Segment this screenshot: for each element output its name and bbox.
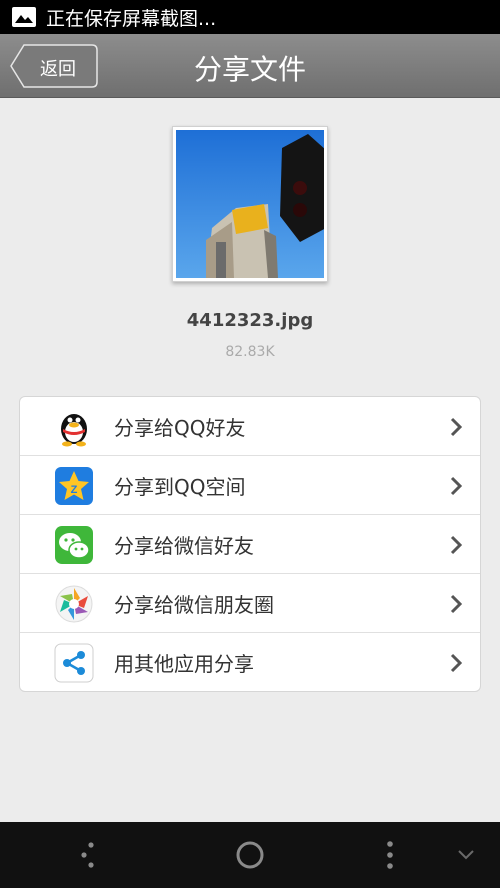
home-icon xyxy=(236,841,264,869)
menu-button[interactable] xyxy=(362,822,418,888)
recent-apps-icon xyxy=(81,842,94,868)
share-icon xyxy=(54,643,94,683)
share-options-list: 分享给QQ好友 Z 分享到QQ空间 分享给微信好友 分享给微信朋友圈 用其他应用… xyxy=(19,396,481,692)
qzone-icon: Z xyxy=(54,466,94,506)
share-qq-friend-label: 分享给QQ好友 xyxy=(114,416,246,440)
share-qzone[interactable]: Z 分享到QQ空间 xyxy=(20,456,480,515)
share-other-apps[interactable]: 用其他应用分享 xyxy=(20,633,480,692)
file-size: 82.83K xyxy=(225,344,275,360)
menu-dots-icon xyxy=(387,841,393,869)
home-button[interactable] xyxy=(222,822,278,888)
hide-nav-button[interactable] xyxy=(442,822,490,888)
page-title: 分享文件 xyxy=(193,53,306,86)
wechat-icon xyxy=(54,525,94,565)
system-nav-bar xyxy=(0,822,500,888)
status-notification-text: 正在保存屏幕截图... xyxy=(46,7,217,30)
share-wechat-moments[interactable]: 分享给微信朋友圈 xyxy=(20,574,480,633)
share-qzone-label: 分享到QQ空间 xyxy=(114,475,246,499)
title-bar: 返回 分享文件 xyxy=(0,34,500,98)
chevron-right-icon xyxy=(450,476,462,496)
chevron-right-icon xyxy=(450,535,462,555)
share-wechat-moments-label: 分享给微信朋友圈 xyxy=(114,593,274,617)
svg-text:Z: Z xyxy=(71,484,78,496)
screenshot-icon xyxy=(12,7,36,27)
chevron-right-icon xyxy=(450,594,462,614)
chevron-right-icon xyxy=(450,653,462,673)
recent-apps-button[interactable] xyxy=(60,822,116,888)
status-bar: 正在保存屏幕截图... xyxy=(0,0,500,34)
file-name: 4412323.jpg xyxy=(186,310,314,331)
chevron-right-icon xyxy=(450,417,462,437)
share-wechat-friend[interactable]: 分享给微信好友 xyxy=(20,515,480,574)
wechat-moments-icon xyxy=(54,584,94,624)
share-qq-friend[interactable]: 分享给QQ好友 xyxy=(20,397,480,456)
chevron-down-icon xyxy=(458,850,474,860)
share-wechat-friend-label: 分享给微信好友 xyxy=(114,534,254,558)
qq-penguin-icon xyxy=(54,407,94,447)
file-thumbnail xyxy=(172,126,328,282)
share-other-apps-label: 用其他应用分享 xyxy=(114,652,254,676)
